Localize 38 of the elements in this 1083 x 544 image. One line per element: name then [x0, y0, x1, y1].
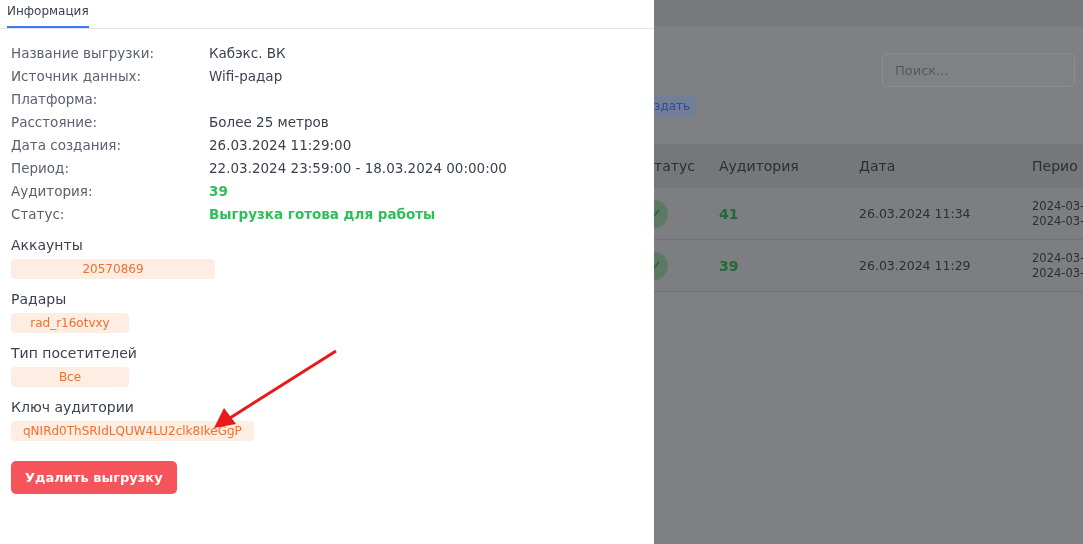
section-title: Радары	[11, 291, 68, 307]
delete-button[interactable]: Удалить выгрузку	[11, 461, 177, 494]
section-title: Аккаунты	[11, 237, 84, 253]
table-cell: 2024-03-	[1032, 250, 1083, 266]
table-cell: 2024-03-	[1032, 198, 1083, 214]
detail-value: Более 25 метров	[209, 113, 329, 130]
tag: 20570869	[11, 259, 215, 279]
detail-label: Статус:	[11, 205, 66, 222]
column-header: Дата	[859, 158, 897, 174]
column-header: Перио	[1032, 158, 1079, 174]
table-cell-text: 39	[719, 257, 740, 274]
detail-value: 39	[209, 182, 228, 199]
table-cell: 2024-03-	[1032, 213, 1083, 229]
detail-value: Wifi-радар	[209, 67, 283, 84]
detail-label: Период:	[11, 159, 70, 176]
table-cell: 2024-03-	[1032, 265, 1083, 281]
detail-label: Расстояние:	[11, 113, 98, 130]
section-title: Тип посетителей	[11, 345, 138, 361]
column-header: татус	[654, 158, 696, 174]
detail-label: Источник данных:	[11, 67, 143, 84]
tag: qNIRd0ThSRIdLQUW4LU2clk8IkeGgP	[11, 421, 254, 441]
detail-value: 22.03.2024 23:59:00 - 18.03.2024 00:00:00	[209, 159, 507, 176]
info-tab[interactable]: Информация	[7, 0, 89, 28]
detail-value: Кабэкс. ВК	[209, 44, 286, 61]
column-header: Аудитория	[719, 158, 800, 174]
detail-label: Дата создания:	[11, 136, 122, 153]
detail-label: Аудитория:	[11, 182, 94, 199]
detail-label: Название выгрузки:	[11, 44, 155, 61]
detail-value: Выгрузка готова для работы	[209, 205, 436, 222]
create-button[interactable]: здать	[654, 95, 697, 117]
table-cell-text: 26.03.2024 11:29	[859, 258, 972, 273]
table-cell-text: 26.03.2024 11:34	[859, 206, 972, 221]
detail-label: Платформа:	[11, 90, 99, 107]
tag: rad_r16otvxy	[11, 313, 129, 333]
table-cell-text: 41	[719, 205, 740, 222]
tag: Все	[11, 367, 129, 387]
section-title: Ключ аудитории	[11, 399, 135, 415]
detail-value: 26.03.2024 11:29:00	[209, 136, 352, 153]
